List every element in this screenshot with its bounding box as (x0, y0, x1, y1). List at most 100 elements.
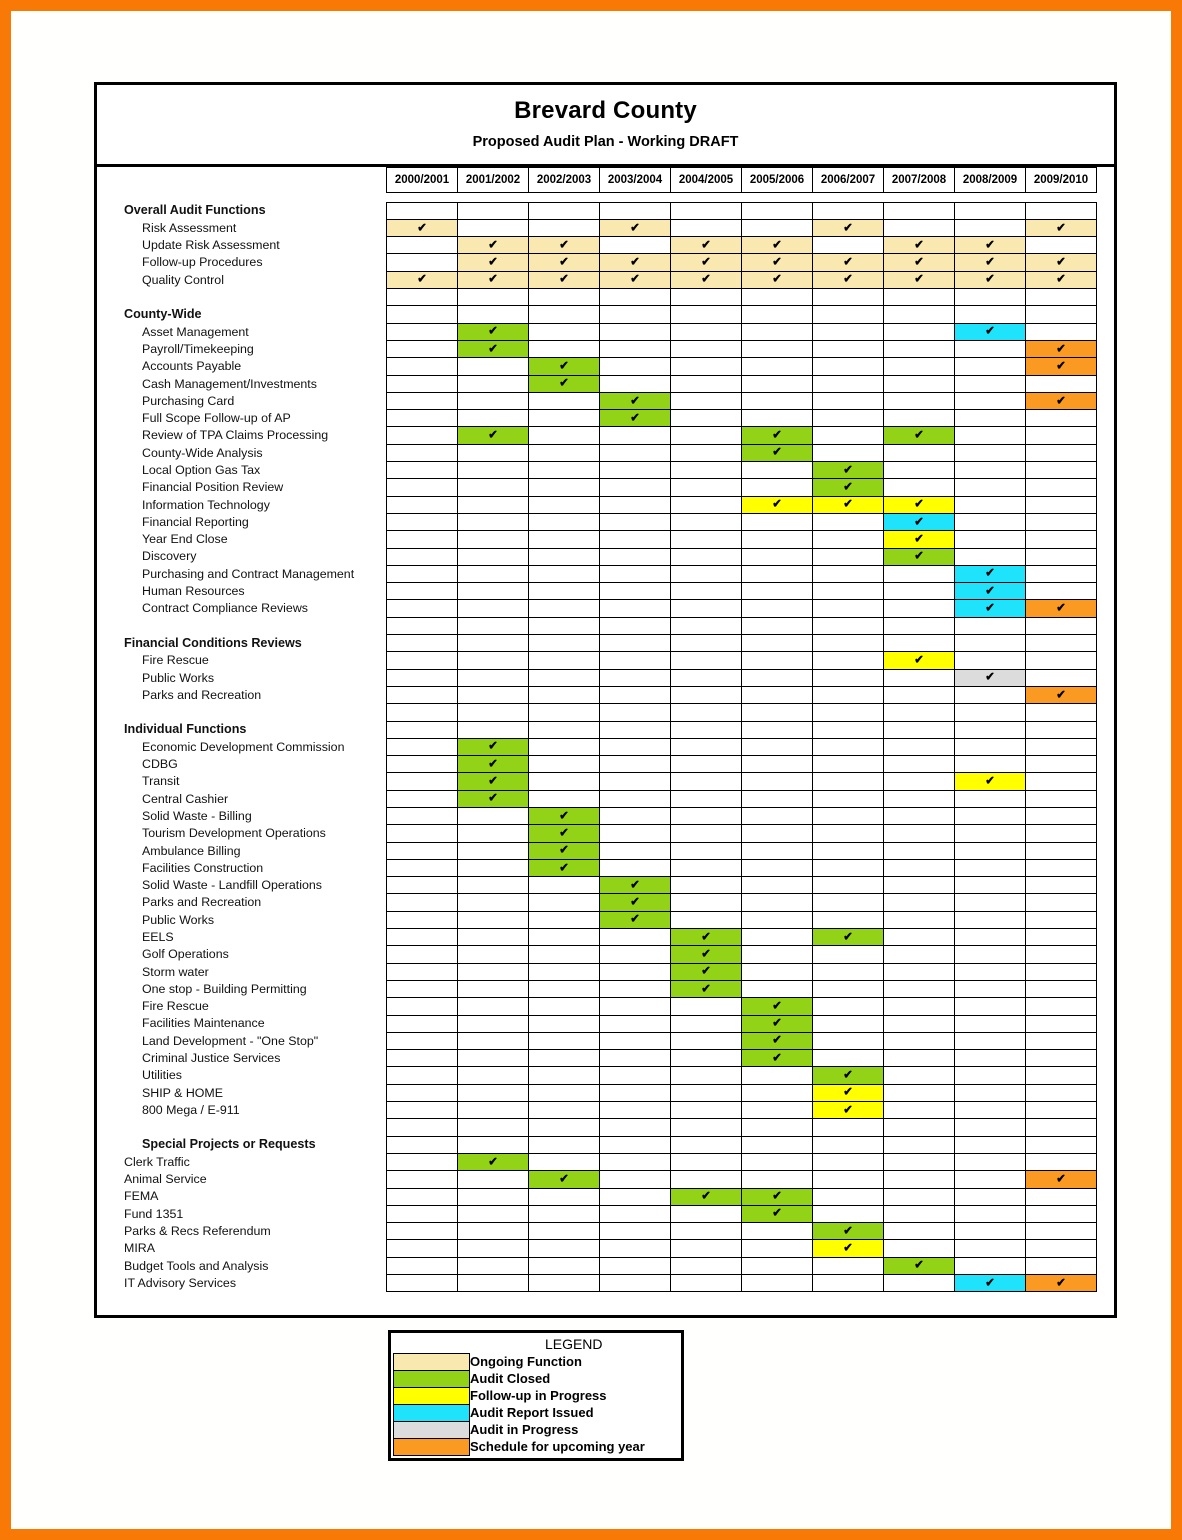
status-cell-empty[interactable] (386, 997, 458, 1016)
status-cell-empty[interactable] (599, 1222, 671, 1241)
status-cell-cream[interactable]: ✔ (954, 270, 1026, 290)
status-cell-empty[interactable] (528, 530, 600, 549)
status-cell-empty[interactable] (954, 288, 1026, 307)
status-cell-empty[interactable] (1025, 703, 1097, 722)
status-cell-empty[interactable] (883, 391, 955, 411)
status-cell-empty[interactable] (1025, 461, 1097, 480)
status-cell-empty[interactable] (457, 582, 529, 601)
status-cell-cream[interactable]: ✔ (812, 270, 884, 290)
status-cell-empty[interactable] (386, 495, 458, 514)
status-cell-empty[interactable] (670, 305, 742, 324)
status-cell-empty[interactable] (883, 1273, 955, 1293)
status-cell-empty[interactable] (528, 737, 600, 757)
status-cell-empty[interactable] (528, 288, 600, 307)
status-cell-empty[interactable] (954, 201, 1026, 220)
status-cell-empty[interactable] (1025, 962, 1097, 981)
status-cell-empty[interactable] (812, 512, 884, 532)
status-cell-green[interactable]: ✔ (457, 1152, 529, 1172)
status-cell-empty[interactable] (457, 824, 529, 843)
status-cell-empty[interactable] (599, 305, 671, 324)
status-cell-empty[interactable] (386, 789, 458, 808)
status-cell-empty[interactable] (812, 1187, 884, 1206)
status-cell-empty[interactable] (812, 322, 884, 341)
status-cell-empty[interactable] (1025, 1222, 1097, 1241)
status-cell-empty[interactable] (599, 357, 671, 376)
status-cell-empty[interactable] (954, 755, 1026, 774)
status-cell-cream[interactable]: ✔ (599, 253, 671, 272)
status-cell-empty[interactable] (386, 979, 458, 999)
status-cell-empty[interactable] (954, 478, 1026, 497)
status-cell-empty[interactable] (670, 1118, 742, 1137)
status-cell-empty[interactable] (457, 703, 529, 722)
status-cell-empty[interactable] (457, 1101, 529, 1120)
status-cell-empty[interactable] (670, 841, 742, 860)
status-cell-empty[interactable] (954, 737, 1026, 757)
status-cell-empty[interactable] (670, 1273, 742, 1293)
status-cell-green[interactable]: ✔ (528, 357, 600, 376)
status-cell-empty[interactable] (883, 1239, 955, 1258)
status-cell-empty[interactable] (599, 512, 671, 532)
status-cell-empty[interactable] (670, 218, 742, 238)
status-cell-empty[interactable] (457, 1014, 529, 1033)
status-cell-empty[interactable] (670, 1204, 742, 1224)
status-cell-empty[interactable] (386, 824, 458, 843)
status-cell-empty[interactable] (528, 426, 600, 445)
status-cell-empty[interactable] (599, 1049, 671, 1068)
status-cell-empty[interactable] (457, 530, 529, 549)
status-cell-empty[interactable] (599, 1014, 671, 1033)
status-cell-empty[interactable] (812, 703, 884, 722)
status-cell-green[interactable]: ✔ (670, 979, 742, 999)
status-cell-orange[interactable]: ✔ (1025, 1170, 1097, 1189)
status-cell-empty[interactable] (954, 512, 1026, 532)
status-cell-empty[interactable] (741, 599, 813, 618)
status-cell-empty[interactable] (741, 409, 813, 428)
status-cell-green[interactable]: ✔ (741, 426, 813, 445)
status-cell-empty[interactable] (1025, 841, 1097, 860)
status-cell-empty[interactable] (386, 1101, 458, 1120)
status-cell-empty[interactable] (386, 547, 458, 566)
status-cell-empty[interactable] (812, 685, 884, 705)
status-cell-cream[interactable]: ✔ (954, 253, 1026, 272)
status-cell-empty[interactable] (670, 1031, 742, 1051)
status-cell-empty[interactable] (386, 616, 458, 636)
status-cell-empty[interactable] (528, 789, 600, 808)
status-cell-orange[interactable]: ✔ (1025, 357, 1097, 376)
status-cell-empty[interactable] (386, 651, 458, 670)
status-cell-empty[interactable] (599, 824, 671, 843)
status-cell-empty[interactable] (528, 1204, 600, 1224)
status-cell-empty[interactable] (883, 357, 955, 376)
status-cell-empty[interactable] (954, 703, 1026, 722)
status-cell-empty[interactable] (528, 582, 600, 601)
status-cell-cream[interactable]: ✔ (741, 253, 813, 272)
status-cell-empty[interactable] (883, 1014, 955, 1033)
status-cell-empty[interactable] (812, 564, 884, 584)
status-cell-empty[interactable] (883, 1101, 955, 1120)
status-cell-green[interactable]: ✔ (528, 824, 600, 843)
status-cell-empty[interactable] (670, 1170, 742, 1189)
status-cell-empty[interactable] (1025, 426, 1097, 445)
status-cell-empty[interactable] (812, 1014, 884, 1033)
status-cell-empty[interactable] (1025, 1204, 1097, 1224)
status-cell-green[interactable]: ✔ (741, 1187, 813, 1206)
status-cell-empty[interactable] (386, 806, 458, 826)
status-cell-empty[interactable] (386, 253, 458, 272)
status-cell-empty[interactable] (1025, 1187, 1097, 1206)
status-cell-empty[interactable] (457, 962, 529, 981)
status-cell-empty[interactable] (386, 1135, 458, 1154)
status-cell-empty[interactable] (528, 1118, 600, 1137)
status-cell-empty[interactable] (741, 876, 813, 895)
status-cell-green[interactable]: ✔ (457, 426, 529, 445)
status-cell-empty[interactable] (457, 1031, 529, 1051)
status-cell-empty[interactable] (457, 893, 529, 912)
status-cell-empty[interactable] (670, 1135, 742, 1154)
status-cell-empty[interactable] (528, 1187, 600, 1206)
status-cell-empty[interactable] (670, 824, 742, 843)
status-cell-empty[interactable] (1025, 651, 1097, 670)
status-cell-empty[interactable] (528, 1031, 600, 1051)
status-cell-empty[interactable] (599, 651, 671, 670)
status-cell-empty[interactable] (670, 997, 742, 1016)
status-cell-empty[interactable] (812, 772, 884, 791)
status-cell-yellow[interactable]: ✔ (812, 1101, 884, 1120)
status-cell-empty[interactable] (954, 1239, 1026, 1258)
status-cell-empty[interactable] (741, 582, 813, 601)
